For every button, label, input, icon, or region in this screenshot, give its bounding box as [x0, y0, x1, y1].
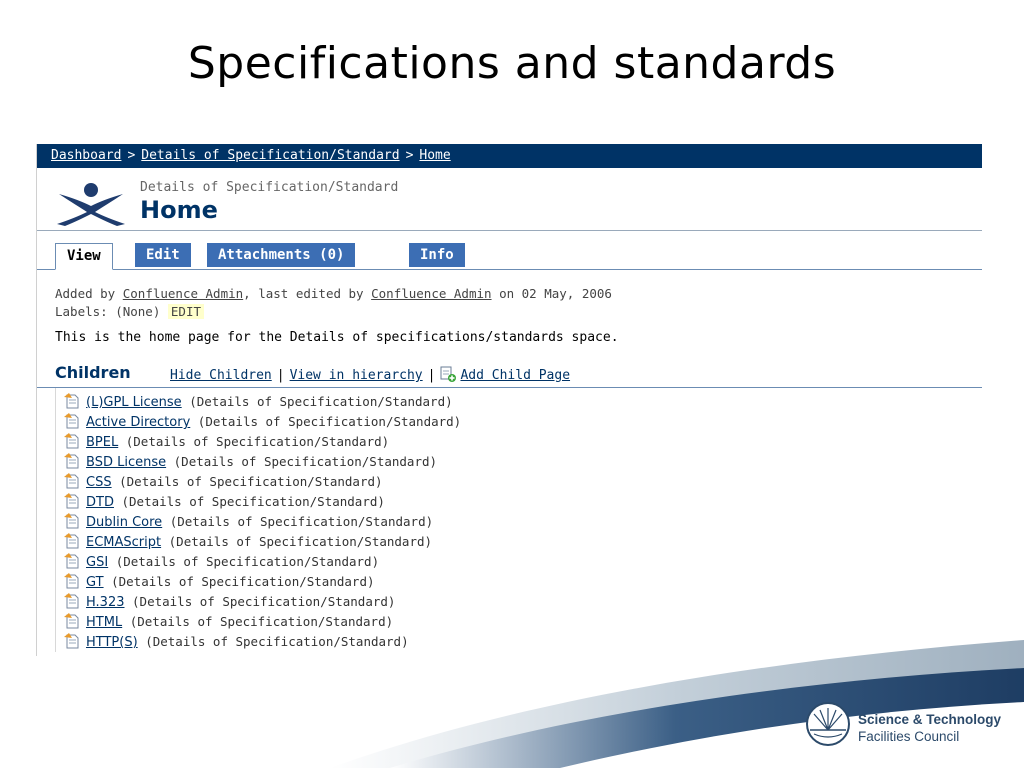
- pipe-divider: |: [276, 368, 285, 383]
- list-item: GT (Details of Specification/Standard): [64, 572, 982, 592]
- page-icon: [64, 393, 79, 409]
- list-item: CSS (Details of Specification/Standard): [64, 472, 982, 492]
- child-page-link[interactable]: GT: [86, 575, 104, 590]
- child-space-label: (Details of Specification/Standard): [125, 434, 390, 449]
- breadcrumb-dashboard-link[interactable]: Dashboard: [51, 148, 121, 163]
- page-description: This is the home page for the Details of…: [55, 330, 619, 345]
- creator-link[interactable]: Confluence Admin: [123, 286, 243, 301]
- tab-info[interactable]: Info: [409, 243, 465, 267]
- children-title: Children: [55, 363, 131, 382]
- pipe-divider: |: [427, 368, 436, 383]
- breadcrumb-separator: >: [405, 148, 414, 163]
- list-item: DTD (Details of Specification/Standard): [64, 492, 982, 512]
- add-child-page-link[interactable]: Add Child Page: [460, 368, 570, 383]
- page-icon: [64, 553, 79, 569]
- labels-row: Labels: (None) EDIT: [37, 304, 982, 319]
- list-item: GSI (Details of Specification/Standard): [64, 552, 982, 572]
- child-page-link[interactable]: (L)GPL License: [86, 395, 182, 410]
- added-by-text: Added by: [55, 286, 116, 301]
- children-header: Children Hide Children | View in hierarchy…: [37, 361, 982, 388]
- org-name-line2: Facilities Council: [858, 729, 960, 744]
- page-header: Details of Specification/Standard Home: [37, 168, 982, 231]
- page-icon: [64, 513, 79, 529]
- page-icon: [64, 473, 79, 489]
- breadcrumb-separator: >: [127, 148, 136, 163]
- child-page-link[interactable]: BPEL: [86, 435, 118, 450]
- list-item: ECMAScript (Details of Specification/Sta…: [64, 532, 982, 552]
- page-metadata: Added by Confluence Admin, last edited b…: [37, 286, 982, 301]
- child-space-label: (Details of Specification/Standard): [121, 494, 385, 509]
- list-item: (L)GPL License (Details of Specification…: [64, 392, 982, 412]
- child-space-label: (Details of Specification/Standard): [169, 514, 434, 529]
- editor-link[interactable]: Confluence Admin: [371, 286, 491, 301]
- page-icon: [64, 573, 79, 589]
- last-edited-text: , last edited by: [243, 286, 364, 301]
- child-page-link[interactable]: DTD: [86, 495, 114, 510]
- space-name: Details of Specification/Standard: [140, 180, 399, 195]
- stfc-logo-icon: [806, 702, 850, 746]
- confluence-screenshot: Dashboard > Details of Specification/Stand…: [36, 144, 982, 656]
- child-space-label: (Details of Specification/Standard): [168, 534, 433, 549]
- page-icon: [64, 433, 79, 449]
- child-space-label: (Details of Specification/Standard): [119, 474, 383, 489]
- page-icon: [64, 533, 79, 549]
- tab-view[interactable]: View: [55, 243, 113, 270]
- edit-date-text: on 02 May, 2006: [499, 286, 612, 301]
- page-icon: [64, 593, 79, 609]
- child-page-link[interactable]: CSS: [86, 475, 112, 490]
- list-item: Dublin Core (Details of Specification/St…: [64, 512, 982, 532]
- child-page-link[interactable]: ECMAScript: [86, 535, 161, 550]
- page-icon: [64, 493, 79, 509]
- child-space-label: (Details of Specification/Standard): [197, 414, 462, 429]
- child-space-label: (Details of Specification/Standard): [132, 594, 396, 609]
- child-page-link[interactable]: BSD License: [86, 455, 166, 470]
- child-space-label: (Details of Specification/Standard): [115, 554, 380, 569]
- child-page-link[interactable]: Dublin Core: [86, 515, 162, 530]
- tab-edit[interactable]: Edit: [135, 243, 191, 267]
- page-icon: [64, 413, 79, 429]
- child-space-label: (Details of Specification/Standard): [189, 394, 453, 409]
- children-list: (L)GPL License (Details of Specification…: [55, 388, 982, 652]
- child-page-link[interactable]: GSI: [86, 555, 108, 570]
- tab-bar: View Edit Attachments (0) Info: [37, 239, 982, 270]
- add-page-icon[interactable]: [440, 366, 457, 382]
- child-space-label: (Details of Specification/Standard): [111, 574, 375, 589]
- page-icon: [64, 453, 79, 469]
- list-item: Active Directory (Details of Specificati…: [64, 412, 982, 432]
- confluence-logo-icon: [57, 183, 125, 226]
- footer-swoosh: [330, 640, 1024, 768]
- child-page-link[interactable]: Active Directory: [86, 415, 190, 430]
- child-space-label: (Details of Specification/Standard): [173, 454, 438, 469]
- breadcrumb-space-link[interactable]: Details of Specification/Standard: [141, 148, 399, 163]
- labels-text: Labels: (None): [55, 304, 161, 319]
- list-item: BSD License (Details of Specification/St…: [64, 452, 982, 472]
- list-item: BPEL (Details of Specification/Standard): [64, 432, 982, 452]
- breadcrumb-home-link[interactable]: Home: [419, 148, 450, 163]
- tab-attachments[interactable]: Attachments (0): [207, 243, 356, 267]
- hide-children-link[interactable]: Hide Children: [170, 368, 272, 383]
- list-item: H.323 (Details of Specification/Standard…: [64, 592, 982, 612]
- page-title: Home: [140, 196, 218, 224]
- org-name-line1: Science & Technology: [858, 712, 1002, 727]
- breadcrumb: Dashboard > Details of Specification/Stand…: [37, 144, 982, 168]
- slide-title: Specifications and standards: [187, 38, 837, 89]
- children-actions: Hide Children | View in hierarchy | Add Chi…: [170, 366, 570, 383]
- view-hierarchy-link[interactable]: View in hierarchy: [290, 368, 423, 383]
- labels-edit-link[interactable]: EDIT: [167, 304, 204, 319]
- child-page-link[interactable]: H.323: [86, 595, 125, 610]
